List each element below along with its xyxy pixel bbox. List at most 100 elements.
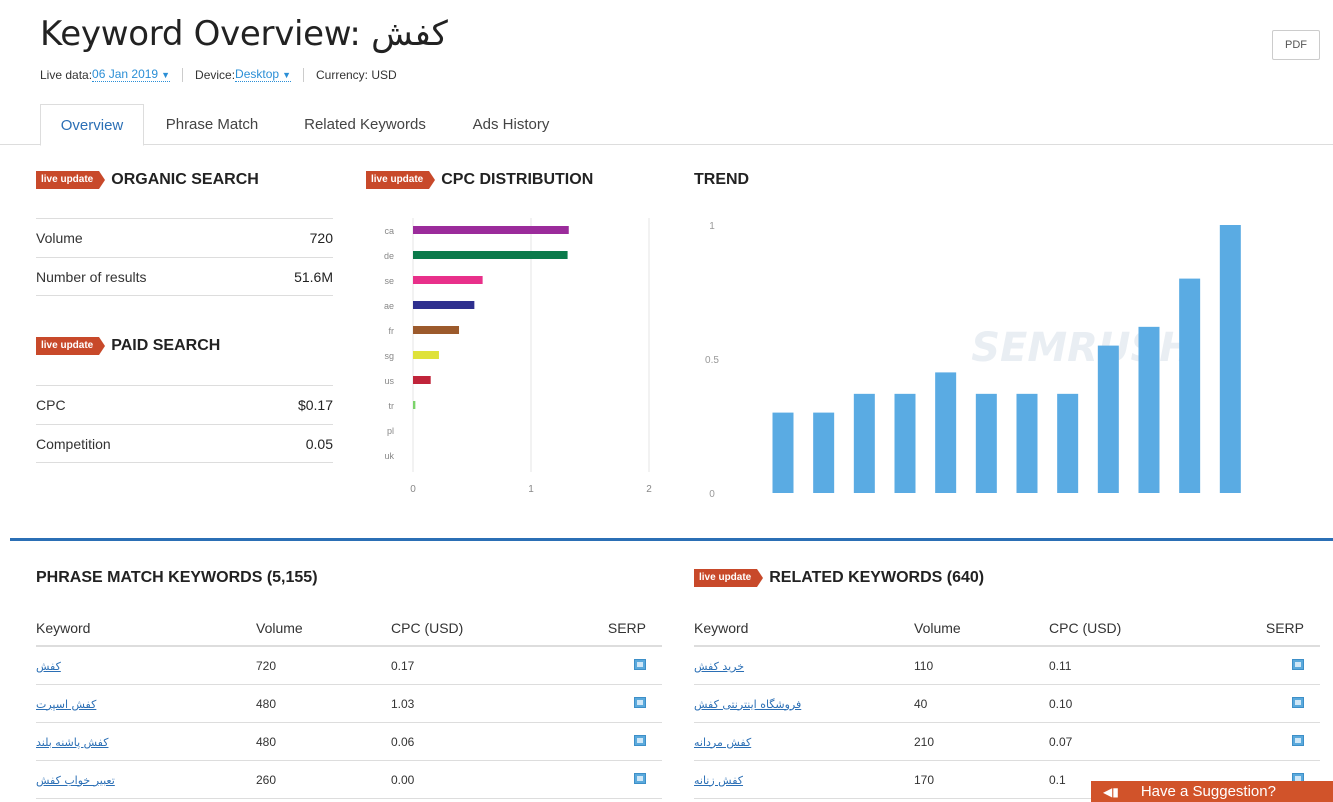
cpc-bar [413,301,475,309]
paid-competition-row: Competition 0.05 [36,424,333,463]
related-keywords-header: live update RELATED KEYWORDS (640) [694,569,984,587]
table-header-row: Keyword Volume CPC (USD) SERP [694,610,1320,647]
cpc-category-label: uk [384,451,394,461]
phrase-match-table: Keyword Volume CPC (USD) SERP کفش 720 0.… [36,610,662,799]
cpc-category-label: ae [384,301,394,311]
phrase-match-header: PHRASE MATCH KEYWORDS (5,155) [36,569,318,587]
cpc-bar [413,326,460,334]
volume-cell: 170 [914,772,935,787]
trend-bar [894,393,916,493]
organic-search-table: Volume 720 Number of results 51.6M [36,218,333,296]
column-header-volume[interactable]: Volume [256,620,391,636]
cpc-x-tick-label: 2 [646,484,652,495]
paid-search-table: CPC $0.17 Competition 0.05 [36,385,333,463]
suggestion-button[interactable]: ◀▮ Have a Suggestion? [1091,781,1333,802]
trend-header: TREND [694,171,749,189]
device-selector[interactable]: Desktop ▼ [235,67,291,82]
trend-bar [1057,393,1079,493]
serp-icon[interactable] [1292,696,1304,708]
cpc-bar [413,376,431,384]
trend-bar [1016,393,1038,493]
table-row: کفش پاشنه بلند 480 0.06 [36,723,662,761]
tab-related-keywords[interactable]: Related Keywords [284,104,446,145]
keyword-link[interactable]: کفش پاشنه بلند [36,736,108,749]
cpc-category-label: sg [384,351,394,361]
live-update-badge: live update [694,569,764,587]
serp-icon[interactable] [1292,734,1304,746]
page-title: Keyword Overview: کفش [40,14,448,54]
device-label: Device: [195,67,236,82]
organic-search-title: ORGANIC SEARCH [111,171,259,188]
cpc-distribution-chart: 0 1 2 ca de se ae fr sg us tr pl uk [384,218,652,495]
keyword-link[interactable]: کفش زنانه [694,774,743,787]
device-value: Desktop [235,67,280,81]
date-selector[interactable]: 06 Jan 2019 ▼ [92,67,171,82]
megaphone-icon: ◀▮ [1103,784,1119,799]
tab-phrase-match[interactable]: Phrase Match [150,104,274,145]
tab-overview[interactable]: Overview [40,104,144,146]
live-data-label: Live data: [40,67,93,82]
live-update-badge: live update [36,171,106,189]
column-header-cpc[interactable]: CPC (USD) [391,620,591,636]
live-update-badge: live update [366,171,436,189]
cpc-bar [413,226,569,234]
keyword-link[interactable]: کفش اسپرت [36,698,96,711]
serp-icon[interactable] [634,734,646,746]
table-row: تعبیر خواب کفش 260 0.00 [36,761,662,799]
cpc-cell: 0.11 [1049,658,1072,673]
semrush-watermark: SEMRUSH [971,325,1193,371]
serp-icon[interactable] [634,772,646,784]
volume-cell: 210 [914,734,935,749]
related-keywords-table: Keyword Volume CPC (USD) SERP خرید کفش 1… [694,610,1320,799]
trend-bar [1179,278,1201,493]
column-header-keyword[interactable]: Keyword [36,620,256,636]
keyword-link[interactable]: تعبیر خواب کفش [36,774,115,787]
volume-cell: 260 [256,772,277,787]
cpc-cell: 0.07 [1049,734,1073,749]
cpc-category-label: pl [387,426,394,436]
keyword-link[interactable]: فروشگاه اینترنتی کفش [694,698,801,711]
volume-cell: 40 [914,696,928,711]
serp-icon[interactable] [634,696,646,708]
trend-title: TREND [694,171,750,188]
pdf-export-button[interactable]: PDF [1272,30,1320,60]
phrase-match-title: PHRASE MATCH KEYWORDS (5,155) [36,569,318,586]
live-update-badge: live update [36,337,106,355]
keyword-link[interactable]: خرید کفش [694,660,744,673]
keyword-link[interactable]: کفش [36,660,61,673]
table-header-row: Keyword Volume CPC (USD) SERP [36,610,662,647]
serp-icon[interactable] [634,658,646,670]
cpc-category-label: de [384,251,394,261]
chevron-down-icon: ▼ [161,70,171,80]
trend-bar [1219,225,1241,493]
table-row: کفش مردانه 210 0.07 [694,723,1320,761]
cpc-category-label: us [384,376,394,386]
cpc-cell: 0.10 [1049,696,1073,711]
column-header-volume[interactable]: Volume [914,620,1049,636]
column-header-serp: SERP [1265,619,1304,636]
trend-y-tick-label: 0 [709,489,715,500]
column-header-serp: SERP [607,619,646,636]
cpc-category-label: ca [384,226,394,236]
paid-cpc-row: CPC $0.17 [36,385,333,424]
table-row: کفش اسپرت 480 1.03 [36,685,662,723]
serp-icon[interactable] [1292,658,1304,670]
volume-cell: 480 [256,696,277,711]
keyword-link[interactable]: کفش مردانه [694,736,751,749]
metric-value: 51.6M [294,268,333,285]
column-header-cpc[interactable]: CPC (USD) [1049,620,1249,636]
trend-y-tick-label: 1 [709,221,715,232]
column-header-keyword[interactable]: Keyword [694,620,914,636]
metric-label: Competition [36,435,111,452]
organic-results-row: Number of results 51.6M [36,257,333,296]
title-prefix: Keyword Overview: [40,14,372,54]
currency-label: Currency: USD [316,67,397,82]
tab-ads-history[interactable]: Ads History [456,104,566,145]
meta-divider [303,67,304,82]
section-divider [10,538,1333,541]
cpc-bar [413,401,416,409]
trend-bar [1138,326,1160,493]
related-keywords-title: RELATED KEYWORDS (640) [769,569,985,586]
trend-bar [772,412,794,493]
metric-label: CPC [36,397,66,413]
